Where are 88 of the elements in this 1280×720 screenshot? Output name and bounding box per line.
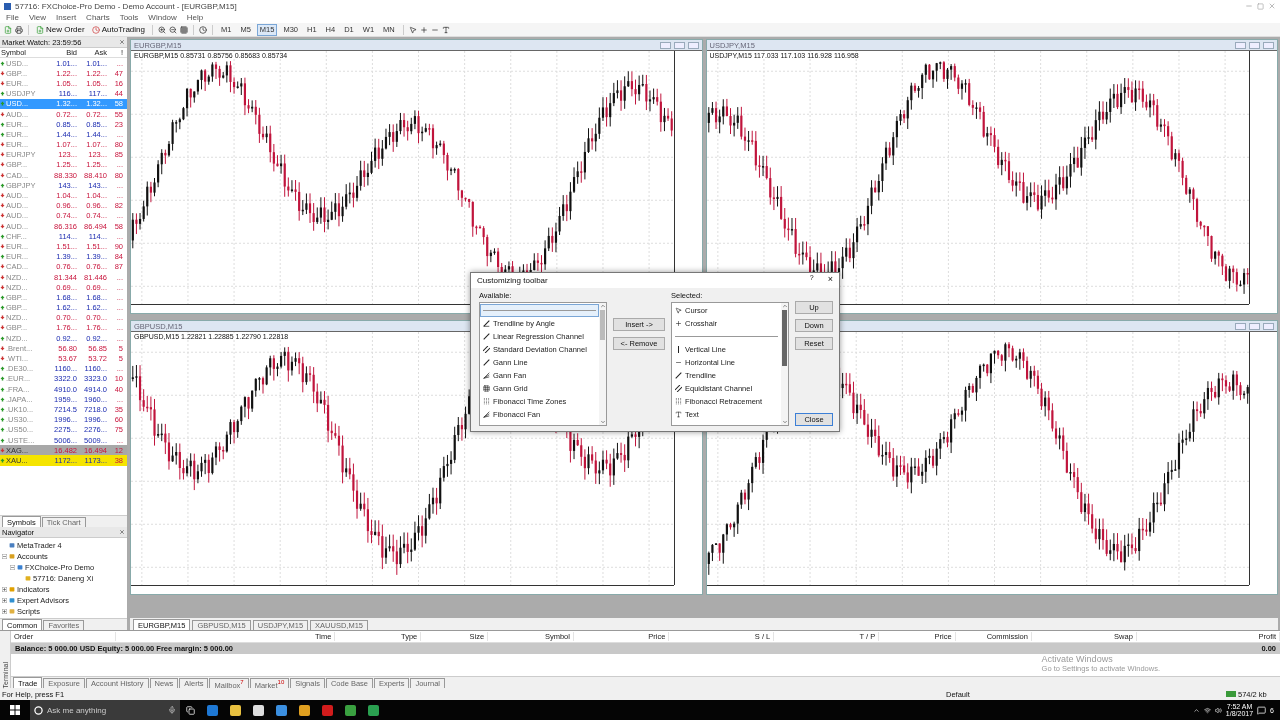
- collapse-icon[interactable]: [10, 564, 15, 570]
- scroll-thumb[interactable]: [600, 310, 605, 340]
- restore-button[interactable]: [673, 41, 685, 49]
- collapse-icon[interactable]: [2, 553, 7, 559]
- clock-icon[interactable]: [199, 25, 207, 34]
- app-icon[interactable]: [345, 704, 356, 716]
- app-icon[interactable]: [276, 704, 287, 716]
- restore-button[interactable]: [1249, 41, 1260, 49]
- activation-title: Activate Windows: [1041, 654, 1114, 664]
- app-icon[interactable]: [368, 704, 379, 716]
- down-arrow-icon: [0, 447, 5, 453]
- connection-bars-icon: [1226, 691, 1236, 697]
- up-arrow-icon: [0, 182, 5, 188]
- search-field[interactable]: Ask me anything: [30, 700, 180, 720]
- close-button[interactable]: [687, 41, 699, 49]
- channel-lines-icon: [675, 385, 682, 392]
- menu-item[interactable]: Window: [148, 13, 177, 22]
- chevron-up-icon[interactable]: [1192, 706, 1200, 714]
- menu-item[interactable]: Charts: [86, 13, 110, 22]
- app-icon[interactable]: [230, 704, 241, 716]
- up-arrow-icon: [0, 233, 5, 239]
- scroll-down-icon[interactable]: [781, 419, 788, 425]
- close-icon[interactable]: [119, 529, 125, 535]
- menu-item[interactable]: Tools: [119, 13, 139, 22]
- up-arrow-icon: [0, 60, 5, 66]
- new-file-icon: [36, 25, 44, 34]
- crosshair-icon: [675, 320, 682, 327]
- up-arrow-icon: [0, 457, 5, 463]
- close-icon[interactable]: [119, 39, 125, 45]
- new-file-icon[interactable]: [4, 25, 12, 34]
- down-arrow-icon: [0, 111, 5, 117]
- window-title: 57716: FXChoice-Pro Demo - Demo Account - [EURGBP,M15]: [15, 1, 238, 11]
- minimize-button[interactable]: [659, 41, 671, 49]
- menu-item[interactable]: Insert: [56, 13, 77, 22]
- microphone-icon[interactable]: [168, 706, 176, 714]
- menu-item[interactable]: View: [28, 13, 47, 22]
- dotted-lines-icon: [483, 398, 490, 405]
- vertical-line-icon: [675, 346, 682, 353]
- scroll-down-icon[interactable]: [599, 419, 606, 425]
- dotted-lines-icon: [675, 398, 682, 405]
- printer-icon[interactable]: [15, 25, 23, 34]
- diagonal-line-icon: [483, 320, 490, 327]
- cursor-icon: [675, 307, 682, 314]
- scroll-up-icon[interactable]: [599, 303, 606, 309]
- minimize-button[interactable]: [1235, 322, 1246, 330]
- app-icon[interactable]: [253, 704, 264, 716]
- volume-icon[interactable]: [1214, 706, 1222, 714]
- app-icon[interactable]: [299, 704, 310, 716]
- windows-logo-icon[interactable]: [10, 705, 20, 715]
- cursor-icon[interactable]: [408, 25, 417, 34]
- zoom-out-icon[interactable]: [169, 25, 177, 34]
- new-order-button[interactable]: New Order: [34, 23, 87, 36]
- scroll-up-icon[interactable]: [781, 303, 788, 309]
- autotrading-button[interactable]: AutoTrading: [89, 23, 147, 36]
- close-icon[interactable]: [1268, 2, 1276, 10]
- close-button[interactable]: [1263, 322, 1274, 330]
- restore-button[interactable]: [1249, 322, 1260, 330]
- up-arrow-icon: [0, 335, 5, 341]
- text-icon[interactable]: [441, 25, 450, 34]
- network-icon[interactable]: [1203, 706, 1211, 714]
- down-arrow-icon: [0, 243, 5, 249]
- notifications-icon[interactable]: [1257, 705, 1267, 715]
- task-view-icon[interactable]: [186, 705, 195, 715]
- diagonal-line-icon: [483, 333, 490, 340]
- list-item[interactable]: [480, 304, 599, 317]
- fan-lines-icon: [483, 411, 490, 418]
- zoom-in-icon[interactable]: [158, 25, 166, 34]
- crosshair-icon[interactable]: [419, 25, 428, 34]
- horizontal-line-icon: [675, 359, 682, 366]
- diagonal-line-icon: [483, 359, 490, 366]
- app-icon: [4, 2, 11, 10]
- up-arrow-icon: [0, 254, 5, 260]
- diagonal-line-icon: [675, 372, 682, 379]
- close-button[interactable]: [1263, 41, 1274, 49]
- minimize-button[interactable]: [1235, 41, 1246, 49]
- scroll-thumb[interactable]: [782, 310, 787, 366]
- menu-item[interactable]: Help: [186, 13, 204, 22]
- expand-icon[interactable]: [2, 597, 7, 603]
- text-icon: [675, 411, 682, 418]
- circle-icon: [34, 705, 43, 715]
- clock-icon: [91, 25, 100, 34]
- expand-icon[interactable]: [2, 586, 7, 592]
- dialog-title: Customizing toolbar: [477, 276, 549, 285]
- menu-item[interactable]: File: [6, 13, 19, 22]
- channel-lines-icon: [483, 346, 490, 353]
- fan-lines-icon: [483, 372, 490, 379]
- expand-icon[interactable]: [2, 608, 7, 614]
- close-button[interactable]: ×: [827, 274, 833, 287]
